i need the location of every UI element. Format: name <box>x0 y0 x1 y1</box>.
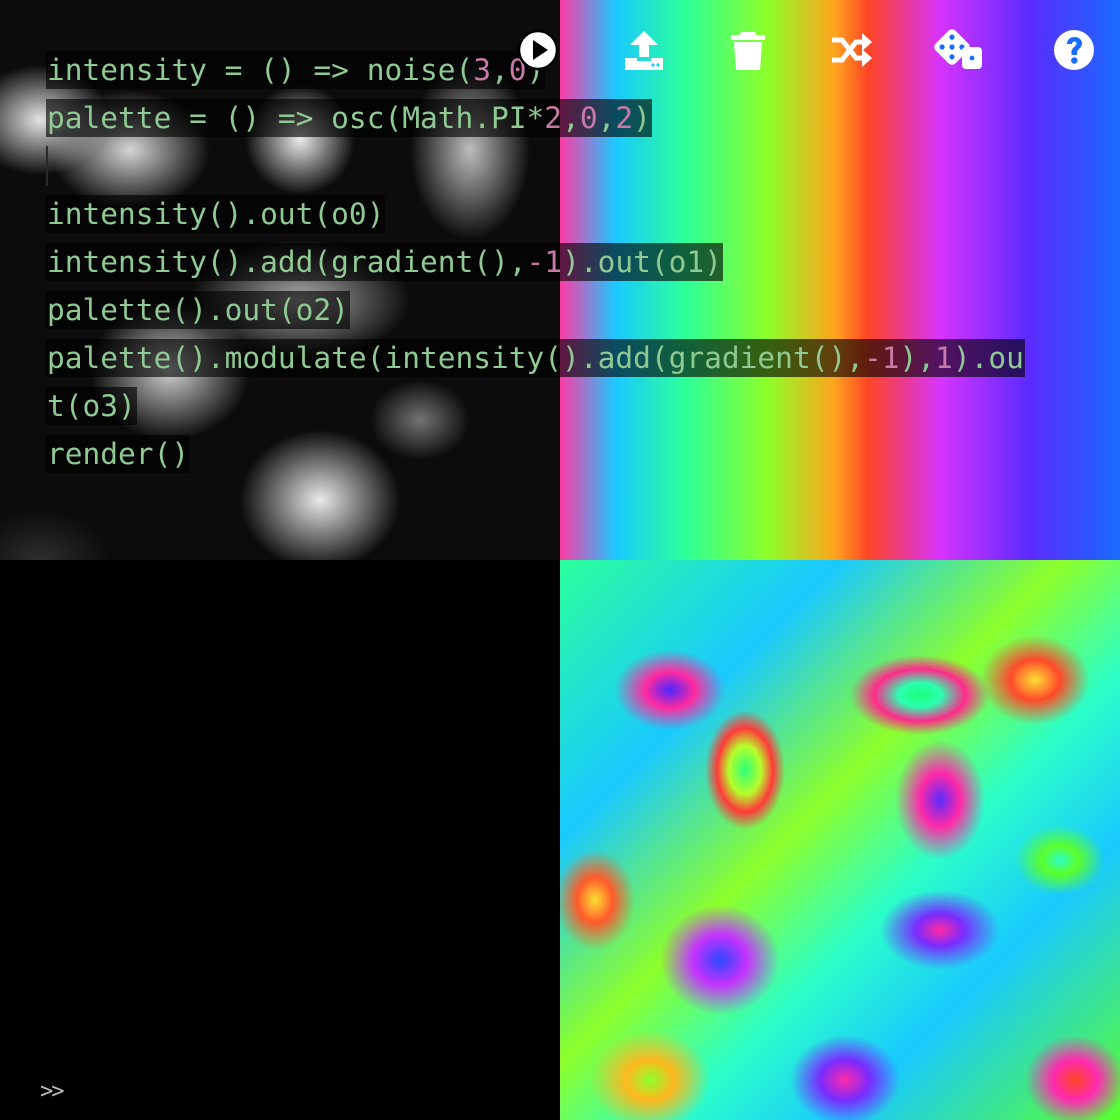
code-line-2[interactable]: palette = () => osc(Math.PI*2,0,2) <box>46 94 1096 142</box>
code-line-3[interactable] <box>46 142 1096 190</box>
clear-button[interactable] <box>724 26 772 74</box>
output-o3-modulated <box>560 560 1120 1120</box>
question-circle-icon <box>1052 28 1096 72</box>
upload-icon <box>622 28 666 72</box>
code-line-4[interactable]: intensity().out(o0) <box>46 190 1096 238</box>
code-line-8[interactable]: render() <box>46 430 1096 478</box>
code-line-7[interactable]: palette().modulate(intensity().add(gradi… <box>46 334 1096 382</box>
shuffle-button[interactable] <box>828 26 876 74</box>
trash-icon <box>726 28 770 72</box>
code-editor[interactable]: intensity = () => noise(3,0) palette = (… <box>46 46 1096 478</box>
code-line-6[interactable]: palette().out(o2) <box>46 286 1096 334</box>
upload-button[interactable] <box>620 26 668 74</box>
run-button[interactable] <box>514 26 562 74</box>
text-cursor <box>46 146 48 186</box>
output-o2-palette <box>0 560 560 1120</box>
code-line-5[interactable]: intensity().add(gradient(),-1).out(o1) <box>46 238 1096 286</box>
shuffle-icon <box>829 28 875 72</box>
code-line-7-wrap[interactable]: t(o3) <box>46 382 1096 430</box>
play-circle-icon <box>516 28 560 72</box>
toolbar <box>512 26 1102 74</box>
console-prompt[interactable]: >> <box>40 1079 64 1104</box>
random-button[interactable] <box>934 26 982 74</box>
dice-icon <box>932 27 984 73</box>
help-button[interactable] <box>1050 26 1098 74</box>
